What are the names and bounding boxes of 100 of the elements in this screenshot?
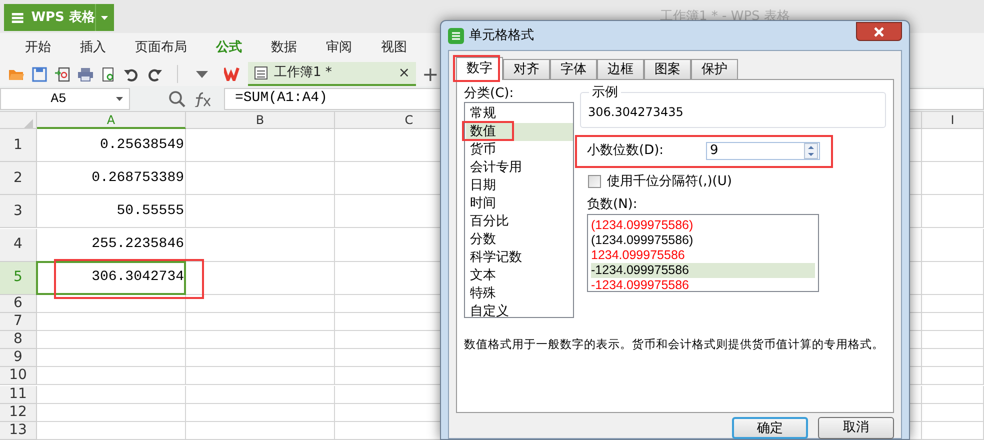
table-cell[interactable] [922, 312, 984, 331]
export-document-icon[interactable] [54, 66, 71, 82]
row-header[interactable]: 7 [0, 312, 37, 331]
category-item[interactable]: 特殊 [466, 285, 573, 303]
table-cell[interactable] [922, 331, 984, 350]
row-header[interactable]: 13 [0, 422, 37, 440]
column-header[interactable]: B [186, 112, 335, 129]
checkbox[interactable] [588, 175, 601, 188]
category-item[interactable]: 文本 [466, 267, 573, 285]
row-header[interactable]: 6 [0, 294, 37, 313]
table-cell[interactable] [922, 386, 984, 404]
name-box[interactable]: A5 [0, 88, 130, 110]
table-cell[interactable] [186, 294, 335, 313]
format-option[interactable]: (1234.099975586) [591, 218, 815, 233]
row-header[interactable]: 9 [0, 349, 37, 368]
table-cell[interactable] [37, 367, 186, 386]
table-cell[interactable] [186, 331, 335, 350]
column-header[interactable]: I [922, 112, 984, 129]
print-icon[interactable] [77, 66, 94, 82]
row-header[interactable]: 3 [0, 195, 37, 228]
menu-tab[interactable]: 插入 [80, 38, 106, 58]
document-tab[interactable]: 工作簿1 * × [248, 62, 416, 86]
table-cell[interactable] [922, 404, 984, 422]
table-cell[interactable] [37, 294, 186, 313]
table-cell[interactable] [922, 367, 984, 386]
table-cell[interactable] [186, 386, 335, 404]
row-header[interactable]: 10 [0, 367, 37, 386]
table-cell[interactable] [922, 262, 984, 295]
row-header[interactable]: 12 [0, 404, 37, 422]
table-cell[interactable] [922, 349, 984, 368]
table-cell[interactable] [186, 422, 335, 440]
format-option[interactable]: -1234.099975586 [591, 278, 815, 293]
table-cell[interactable] [37, 422, 186, 440]
dialog-tab[interactable]: 边框 [597, 59, 644, 79]
table-cell[interactable] [922, 195, 984, 228]
app-logo-icon[interactable] [448, 28, 464, 44]
spin-arrows-icon[interactable] [804, 143, 818, 159]
dialog-tab[interactable]: 图案 [644, 59, 691, 79]
decimal-places-spinner[interactable]: 9 [706, 142, 820, 160]
table-cell[interactable] [186, 349, 335, 368]
category-item[interactable]: 货币 [466, 141, 573, 159]
caret-icon[interactable] [116, 96, 123, 100]
dialog-button[interactable]: 确定 [732, 417, 808, 439]
table-cell[interactable] [37, 386, 186, 404]
table-cell[interactable]: 306.3042734 [37, 262, 186, 295]
table-cell[interactable] [922, 129, 984, 162]
menu-tab[interactable]: 页面布局 [135, 38, 187, 58]
menu-tab[interactable]: 审阅 [326, 38, 352, 58]
category-item[interactable]: 自定义 [466, 303, 573, 321]
search-icon[interactable] [168, 90, 186, 108]
table-cell[interactable]: 255.2235846 [37, 228, 186, 262]
category-item[interactable]: 百分比 [466, 213, 573, 231]
category-item[interactable]: 时间 [466, 195, 573, 213]
table-cell[interactable] [922, 162, 984, 196]
dialog-tab[interactable]: 对齐 [503, 59, 550, 79]
table-cell[interactable] [922, 422, 984, 440]
table-cell[interactable] [37, 312, 186, 331]
table-cell[interactable] [186, 129, 335, 162]
corner-triangle-icon[interactable] [24, 119, 33, 128]
table-cell[interactable] [186, 367, 335, 386]
row-header[interactable]: 1 [0, 129, 37, 162]
menu-tab[interactable]: 数据 [271, 38, 297, 58]
table-cell[interactable]: 50.55555 [37, 195, 186, 228]
caret-icon[interactable] [196, 70, 208, 78]
close-button[interactable] [856, 22, 902, 41]
row-header[interactable]: 11 [0, 386, 37, 404]
menu-tab[interactable]: 公式 [216, 38, 242, 58]
table-cell[interactable] [37, 331, 186, 350]
dialog-tab[interactable]: 数字 [456, 57, 503, 80]
row-header[interactable]: 4 [0, 228, 37, 262]
column-header[interactable]: A [37, 112, 186, 129]
row-header[interactable]: 8 [0, 331, 37, 350]
table-cell[interactable] [186, 228, 335, 262]
save-icon[interactable] [31, 66, 48, 82]
table-cell[interactable] [922, 294, 984, 313]
table-cell[interactable] [922, 228, 984, 262]
dialog-tab[interactable]: 保护 [691, 59, 738, 79]
format-option[interactable]: (1234.099975586) [591, 233, 815, 248]
new-tab-button[interactable]: + [422, 64, 439, 84]
menu-tab[interactable]: 开始 [25, 38, 51, 58]
function-icon[interactable] [194, 90, 212, 106]
table-cell[interactable]: 0.25638549 [37, 129, 186, 162]
row-header[interactable]: 2 [0, 162, 37, 196]
table-cell[interactable] [37, 404, 186, 422]
caret-icon[interactable] [101, 16, 108, 20]
table-cell[interactable] [186, 195, 335, 228]
table-cell[interactable] [186, 262, 335, 295]
table-cell[interactable] [186, 162, 335, 196]
spreadsheet-icon[interactable] [254, 66, 268, 80]
menu-tab[interactable]: 视图 [381, 38, 407, 58]
category-item[interactable]: 分数 [466, 231, 573, 249]
table-cell[interactable]: 0.268753389 [37, 162, 186, 196]
logo-icon[interactable] [10, 10, 26, 24]
category-item[interactable]: 日期 [466, 177, 573, 195]
table-cell[interactable] [186, 312, 335, 331]
table-cell[interactable] [186, 404, 335, 422]
table-cell[interactable] [37, 349, 186, 368]
close-icon[interactable] [873, 26, 885, 36]
dialog-button[interactable]: 取消 [818, 417, 894, 439]
format-option[interactable]: -1234.099975586 [591, 263, 815, 278]
